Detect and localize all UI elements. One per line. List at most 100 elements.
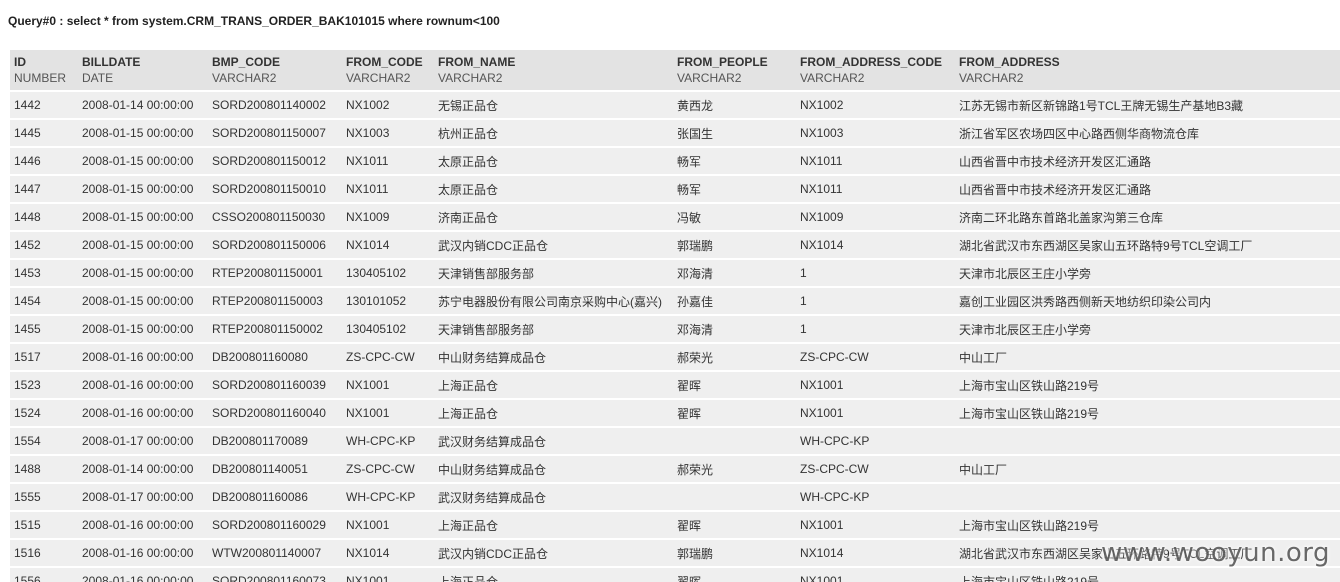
cell-from-address-code: NX1011 — [796, 148, 955, 174]
cell-from-name: 上海正品仓 — [434, 400, 673, 426]
cell-from-people: 张国生 — [673, 120, 796, 146]
table-row[interactable]: 1515 2008-01-16 00:00:00 SORD200801160029 N… — [10, 512, 1340, 538]
cell-bmp-code: SORD200801160029 — [208, 512, 342, 538]
cell-billdate: 2008-01-15 00:00:00 — [78, 176, 208, 202]
table-row[interactable]: 1556 2008-01-16 00:00:00 SORD200801160073 N… — [10, 568, 1340, 582]
cell-from-name: 武汉内销CDC正品仓 — [434, 540, 673, 566]
table-row[interactable]: 1452 2008-01-15 00:00:00 SORD200801150006 N… — [10, 232, 1340, 258]
cell-id: 1516 — [10, 540, 78, 566]
cell-from-code: NX1014 — [342, 540, 434, 566]
cell-id: 1454 — [10, 288, 78, 314]
table-row[interactable]: 1523 2008-01-16 00:00:00 SORD200801160039 N… — [10, 372, 1340, 398]
cell-from-address-code: WH-CPC-KP — [796, 428, 955, 454]
cell-from-people: 畅军 — [673, 176, 796, 202]
cell-from-people: 翟晖 — [673, 372, 796, 398]
column-name: FROM_NAME — [438, 55, 516, 69]
cell-from-address: 上海市宝山区铁山路219号 — [955, 512, 1340, 538]
table-row[interactable]: 1442 2008-01-14 00:00:00 SORD200801140002 N… — [10, 92, 1340, 118]
column-type: DATE — [82, 71, 114, 85]
cell-from-address: 江苏无锡市新区新锦路1号TCL王牌无锡生产基地B3藏 — [955, 92, 1340, 118]
table-row[interactable]: 1446 2008-01-15 00:00:00 SORD200801150012 N… — [10, 148, 1340, 174]
cell-from-address: 天津市北辰区王庄小学旁 — [955, 316, 1340, 342]
column-header-from-name[interactable]: FROM_NAME VARCHAR2 — [434, 50, 673, 90]
cell-from-address: 中山工厂 — [955, 456, 1340, 482]
table-row[interactable]: 1455 2008-01-15 00:00:00 RTEP200801150002 1… — [10, 316, 1340, 342]
cell-from-address: 天津市北辰区王庄小学旁 — [955, 260, 1340, 286]
cell-from-name: 武汉财务结算成品仓 — [434, 428, 673, 454]
cell-from-people: 郝荣光 — [673, 344, 796, 370]
cell-bmp-code: SORD200801150006 — [208, 232, 342, 258]
column-name: FROM_PEOPLE — [677, 55, 768, 69]
column-header-bmp-code[interactable]: BMP_CODE VARCHAR2 — [208, 50, 342, 90]
table-row[interactable]: 1447 2008-01-15 00:00:00 SORD200801150010 N… — [10, 176, 1340, 202]
cell-from-address: 上海市宝山区铁山路219号 — [955, 372, 1340, 398]
table-row[interactable]: 1448 2008-01-15 00:00:00 CSSO200801150030 N… — [10, 204, 1340, 230]
cell-bmp-code: DB200801170089 — [208, 428, 342, 454]
column-name: FROM_CODE — [346, 55, 423, 69]
table-row[interactable]: 1554 2008-01-17 00:00:00 DB200801170089 WH-… — [10, 428, 1340, 454]
cell-from-code: NX1001 — [342, 512, 434, 538]
cell-from-address-code: NX1011 — [796, 176, 955, 202]
cell-billdate: 2008-01-15 00:00:00 — [78, 260, 208, 286]
cell-from-code: NX1001 — [342, 568, 434, 582]
table-row[interactable]: 1453 2008-01-15 00:00:00 RTEP200801150001 1… — [10, 260, 1340, 286]
cell-from-code: NX1001 — [342, 372, 434, 398]
cell-from-code: 130405102 — [342, 316, 434, 342]
table-row[interactable]: 1445 2008-01-15 00:00:00 SORD200801150007 N… — [10, 120, 1340, 146]
cell-bmp-code: RTEP200801150003 — [208, 288, 342, 314]
cell-from-name: 太原正品仓 — [434, 148, 673, 174]
cell-from-address-code: NX1001 — [796, 568, 955, 582]
cell-id: 1524 — [10, 400, 78, 426]
table-row[interactable]: 1488 2008-01-14 00:00:00 DB200801140051 ZS-… — [10, 456, 1340, 482]
table-row[interactable]: 1516 2008-01-16 00:00:00 WTW200801140007 NX… — [10, 540, 1340, 566]
cell-from-people: 郝荣光 — [673, 456, 796, 482]
cell-id: 1488 — [10, 456, 78, 482]
cell-from-address: 山西省晋中市技术经济开发区汇通路 — [955, 148, 1340, 174]
cell-from-people — [673, 428, 796, 454]
cell-from-address-code: NX1014 — [796, 232, 955, 258]
column-type: VARCHAR2 — [438, 71, 503, 85]
column-name: ID — [14, 55, 26, 69]
cell-from-address — [955, 484, 1340, 510]
column-header-from-code[interactable]: FROM_CODE VARCHAR2 — [342, 50, 434, 90]
column-type: VARCHAR2 — [800, 71, 865, 85]
table-row[interactable]: 1517 2008-01-16 00:00:00 DB200801160080 ZS-… — [10, 344, 1340, 370]
cell-billdate: 2008-01-17 00:00:00 — [78, 484, 208, 510]
table-row[interactable]: 1524 2008-01-16 00:00:00 SORD200801160040 N… — [10, 400, 1340, 426]
cell-billdate: 2008-01-15 00:00:00 — [78, 148, 208, 174]
cell-id: 1455 — [10, 316, 78, 342]
cell-from-people: 黄西龙 — [673, 92, 796, 118]
cell-billdate: 2008-01-15 00:00:00 — [78, 232, 208, 258]
column-header-from-address[interactable]: FROM_ADDRESS VARCHAR2 — [955, 50, 1340, 90]
column-name: BILLDATE — [82, 55, 141, 69]
cell-from-people: 畅军 — [673, 148, 796, 174]
cell-from-address: 上海市宝山区铁山路219号 — [955, 400, 1340, 426]
query-result-page: Query#0 : select * from system.CRM_TRANS… — [0, 0, 1340, 582]
cell-billdate: 2008-01-15 00:00:00 — [78, 204, 208, 230]
cell-from-address: 浙江省军区农场四区中心路西侧华商物流仓库 — [955, 120, 1340, 146]
cell-from-name: 上海正品仓 — [434, 568, 673, 582]
column-header-billdate[interactable]: BILLDATE DATE — [78, 50, 208, 90]
cell-id: 1453 — [10, 260, 78, 286]
cell-from-code: NX1009 — [342, 204, 434, 230]
cell-from-address: 济南二环北路东首路北盖家沟第三仓库 — [955, 204, 1340, 230]
cell-from-address: 湖北省武汉市东西湖区吴家山五环路特9号TCL空调工厂 — [955, 540, 1340, 566]
cell-bmp-code: CSSO200801150030 — [208, 204, 342, 230]
cell-from-code: 130405102 — [342, 260, 434, 286]
column-name: FROM_ADDRESS_CODE — [800, 55, 943, 69]
column-header-from-people[interactable]: FROM_PEOPLE VARCHAR2 — [673, 50, 796, 90]
cell-from-code: NX1003 — [342, 120, 434, 146]
cell-from-address: 山西省晋中市技术经济开发区汇通路 — [955, 176, 1340, 202]
cell-from-people: 邓海清 — [673, 260, 796, 286]
cell-from-address-code: 1 — [796, 260, 955, 286]
cell-from-name: 济南正品仓 — [434, 204, 673, 230]
column-header-id[interactable]: ID NUMBER — [10, 50, 78, 90]
table-row[interactable]: 1555 2008-01-17 00:00:00 DB200801160086 WH-… — [10, 484, 1340, 510]
table-row[interactable]: 1454 2008-01-15 00:00:00 RTEP200801150003 1… — [10, 288, 1340, 314]
cell-id: 1523 — [10, 372, 78, 398]
cell-billdate: 2008-01-15 00:00:00 — [78, 120, 208, 146]
cell-from-code: NX1011 — [342, 148, 434, 174]
cell-id: 1452 — [10, 232, 78, 258]
column-header-from-address-code[interactable]: FROM_ADDRESS_CODE VARCHAR2 — [796, 50, 955, 90]
cell-id: 1515 — [10, 512, 78, 538]
